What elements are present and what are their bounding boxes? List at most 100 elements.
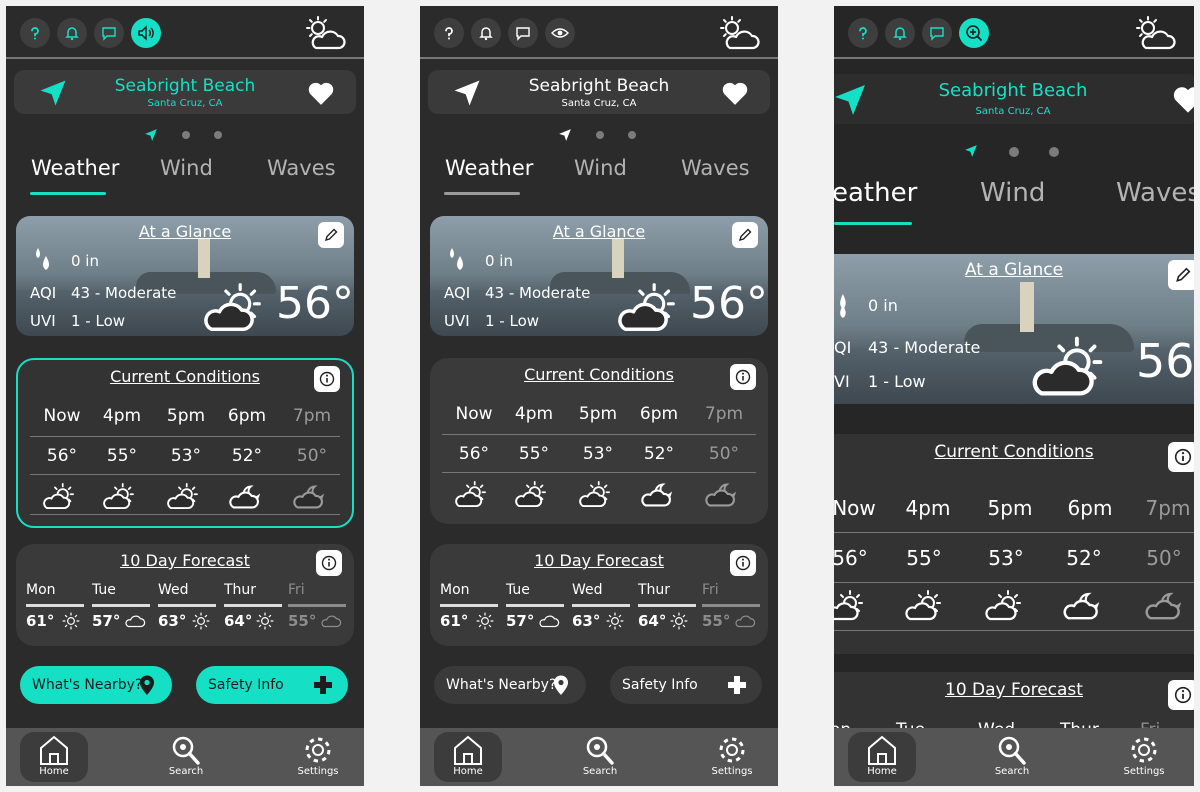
page-indicator <box>420 128 778 142</box>
info-icon[interactable] <box>730 364 756 390</box>
bell-icon[interactable] <box>885 18 915 48</box>
tab-wind[interactable]: Wind <box>574 156 627 180</box>
info-icon[interactable] <box>316 550 342 576</box>
nav-home[interactable]: Home <box>20 732 88 782</box>
nav-home[interactable]: Home <box>434 732 502 782</box>
tab-bar: eather Wind Waves <box>834 174 1194 225</box>
home-icon <box>868 735 896 765</box>
chat-icon[interactable] <box>94 18 124 48</box>
forecast-title[interactable]: 10 Day Forecast <box>430 551 768 570</box>
nav-settings-label: Settings <box>1123 766 1165 777</box>
hour-temp: 52° <box>1066 546 1102 570</box>
forecast-bar <box>572 604 630 607</box>
divider <box>6 57 364 59</box>
info-icon[interactable] <box>1168 680 1194 710</box>
current-conditions-title[interactable]: Current Conditions <box>18 367 352 386</box>
hour-temp: 55° <box>518 444 550 464</box>
page-dot[interactable] <box>596 131 604 139</box>
page-dot[interactable] <box>1009 147 1019 157</box>
sun-icon <box>190 612 212 630</box>
forecast-bar <box>638 604 696 607</box>
nav-search[interactable]: Search <box>566 732 634 782</box>
safety-info-button[interactable]: Safety Info <box>610 666 762 704</box>
favorite-heart-icon[interactable] <box>720 80 750 106</box>
gear-icon <box>305 737 331 763</box>
forecast-temp: 64° <box>638 612 667 630</box>
home-icon <box>454 735 482 765</box>
glance-title[interactable]: At a Glance <box>430 222 768 241</box>
favorite-heart-icon[interactable] <box>1170 84 1194 114</box>
info-icon[interactable] <box>730 550 756 576</box>
current-conditions-title[interactable]: Current Conditions <box>430 365 768 384</box>
hour-temp: 53° <box>170 446 202 466</box>
gear-icon <box>1131 737 1157 763</box>
whats-nearby-button[interactable]: What's Nearby? <box>434 666 586 704</box>
bell-icon[interactable] <box>57 18 87 48</box>
edit-pencil-icon[interactable] <box>318 222 344 248</box>
eye-icon[interactable] <box>545 18 575 48</box>
page-dot[interactable] <box>628 131 636 139</box>
uvi-label: VI <box>834 372 850 391</box>
tab-wind[interactable]: Wind <box>160 156 213 180</box>
hour-label: 5pm <box>987 496 1033 520</box>
raindrops-icon <box>450 248 463 270</box>
edit-pencil-icon[interactable] <box>732 222 758 248</box>
safety-info-button[interactable]: Safety Info <box>196 666 348 704</box>
nav-settings-label: Settings <box>297 766 339 777</box>
current-conditions-card[interactable]: Current Conditions Now 4pm 5pm 6pm 7pm 5… <box>430 358 768 524</box>
whats-nearby-label: What's Nearby? <box>32 677 143 693</box>
nav-settings[interactable]: Settings <box>1110 732 1178 782</box>
whats-nearby-button[interactable]: What's Nearby? <box>20 666 172 704</box>
current-conditions-title[interactable]: Current Conditions <box>834 442 1194 462</box>
nav-search[interactable]: Search <box>152 732 220 782</box>
at-a-glance-card[interactable]: At a Glance 0 in QI 43 - Moderate VI 1 -… <box>834 254 1194 404</box>
location-dot-icon <box>964 144 978 158</box>
edit-pencil-icon[interactable] <box>1168 260 1194 290</box>
tab-weather[interactable]: Weather <box>445 156 533 180</box>
current-conditions-card[interactable]: Current Conditions Now 4pm 5pm 6pm 7pm 5… <box>834 434 1194 654</box>
tab-underline <box>834 222 912 225</box>
hour-temp: 50° <box>708 444 740 464</box>
tab-waves[interactable]: Waves <box>267 156 336 180</box>
info-icon[interactable] <box>314 366 340 392</box>
forecast-title[interactable]: 10 Day Forecast <box>834 680 1194 700</box>
glance-title[interactable]: At a Glance <box>834 260 1194 280</box>
zoom-in-icon[interactable] <box>959 18 989 48</box>
ten-day-forecast-card[interactable]: 10 Day Forecast Mon Tue Wed Thur Fri 61°… <box>430 544 768 646</box>
favorite-heart-icon[interactable] <box>306 80 336 106</box>
nav-home[interactable]: Home <box>848 732 916 782</box>
info-icon[interactable] <box>1168 442 1194 472</box>
forecast-day: Mon <box>26 582 56 598</box>
at-a-glance-card[interactable]: At a Glance 0 in AQI 43 - Moderate UVI 1… <box>16 216 354 336</box>
glance-title[interactable]: At a Glance <box>16 222 354 241</box>
speaker-icon[interactable] <box>131 18 161 48</box>
hour-temp: 56° <box>46 446 78 466</box>
phone-screen-2: Seabright Beach Santa Cruz, CA Weather W… <box>420 6 778 786</box>
nav-settings[interactable]: Settings <box>698 732 766 782</box>
chat-icon[interactable] <box>508 18 538 48</box>
nav-search[interactable]: Search <box>978 732 1046 782</box>
sun-icon <box>668 612 690 630</box>
partly-sunny-icon <box>166 482 204 510</box>
tab-weather[interactable]: eather <box>834 178 917 208</box>
nav-settings[interactable]: Settings <box>284 732 352 782</box>
help-icon[interactable] <box>848 18 878 48</box>
page-dot[interactable] <box>1049 147 1059 157</box>
whats-nearby-label: What's Nearby? <box>446 677 557 693</box>
page-dot[interactable] <box>182 131 190 139</box>
page-dot[interactable] <box>214 131 222 139</box>
tab-waves[interactable]: Waves <box>681 156 750 180</box>
forecast-title[interactable]: 10 Day Forecast <box>16 551 354 570</box>
tab-weather[interactable]: Weather <box>31 156 119 180</box>
help-icon[interactable] <box>434 18 464 48</box>
partly-sunny-icon <box>454 480 492 508</box>
divider <box>30 436 340 437</box>
help-icon[interactable] <box>20 18 50 48</box>
chat-icon[interactable] <box>922 18 952 48</box>
tab-waves[interactable]: Waves <box>1116 178 1194 208</box>
current-conditions-card[interactable]: Current Conditions Now 4pm 5pm 6pm 7pm 5… <box>16 358 354 528</box>
ten-day-forecast-card[interactable]: 10 Day Forecast Mon Tue Wed Thur Fri 61°… <box>16 544 354 646</box>
tab-wind[interactable]: Wind <box>980 178 1045 208</box>
bell-icon[interactable] <box>471 18 501 48</box>
at-a-glance-card[interactable]: At a Glance 0 in AQI 43 - Moderate UVI 1… <box>430 216 768 336</box>
